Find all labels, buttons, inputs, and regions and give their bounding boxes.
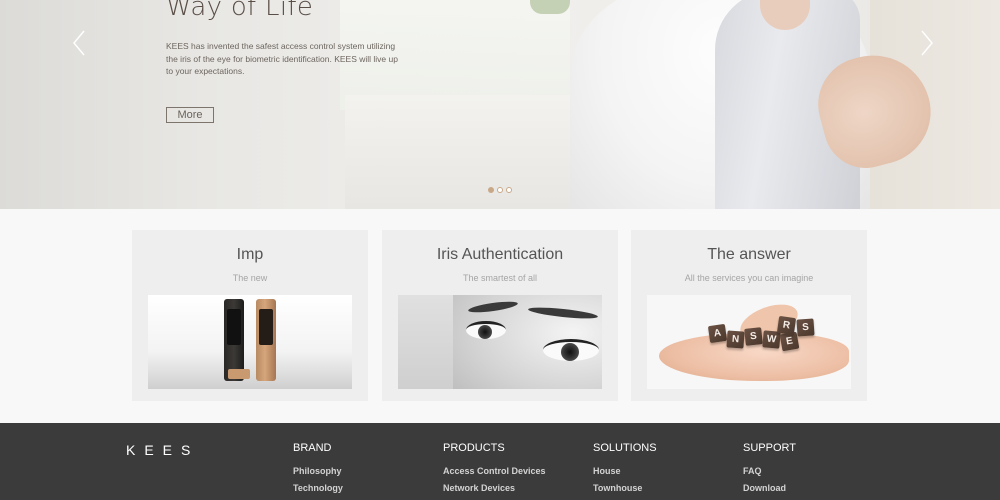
door-lock-product-image[interactable] bbox=[148, 295, 352, 389]
slide-dot-2[interactable] bbox=[497, 187, 503, 193]
card-the-answer[interactable]: The answer All the services you can imag… bbox=[631, 230, 867, 401]
letter-tile: S bbox=[796, 318, 815, 337]
eyes-photo-image[interactable] bbox=[398, 295, 602, 389]
slide-pagination bbox=[488, 187, 512, 193]
hero-slider: Way of Life KEES has invented the safest… bbox=[0, 0, 1000, 209]
card-subtitle: The new bbox=[232, 273, 268, 283]
letter-tile: W bbox=[762, 330, 781, 349]
footer-link[interactable]: Network Devices bbox=[443, 483, 546, 493]
footer-column-support: SUPPORT FAQ Download bbox=[743, 442, 796, 500]
footer-heading[interactable]: SUPPORT bbox=[743, 442, 796, 454]
letter-tile: A bbox=[707, 323, 728, 344]
next-slide-arrow-icon[interactable] bbox=[916, 28, 936, 58]
footer-link[interactable]: FAQ bbox=[743, 466, 796, 476]
footer-link[interactable]: Download bbox=[743, 483, 796, 493]
hero-background bbox=[0, 0, 340, 209]
more-button[interactable]: More bbox=[166, 107, 214, 123]
footer-column-brand: BRAND Philosophy Technology bbox=[293, 442, 343, 500]
footer-column-products: PRODUCTS Access Control Devices Network … bbox=[443, 442, 546, 500]
eye-right bbox=[543, 339, 599, 361]
footer-link[interactable]: House bbox=[593, 466, 657, 476]
footer-column-solutions: SOLUTIONS House Townhouse bbox=[593, 442, 657, 500]
card-title: The answer bbox=[707, 246, 791, 263]
card-iris-authentication[interactable]: Iris Authentication The smartest of all bbox=[382, 230, 618, 401]
hand-with-letter-tiles-image[interactable]: A N S W E R S bbox=[647, 295, 851, 389]
letter-tile: N bbox=[726, 330, 745, 349]
hero-title: Way of Life bbox=[166, 0, 314, 22]
site-footer: KEES BRAND Philosophy Technology PRODUCT… bbox=[0, 423, 1000, 500]
footer-heading[interactable]: SOLUTIONS bbox=[593, 442, 657, 454]
card-imp[interactable]: Imp The new bbox=[132, 230, 368, 401]
slide-dot-3[interactable] bbox=[506, 187, 512, 193]
letter-tile: R bbox=[776, 315, 797, 336]
slide-dot-1[interactable] bbox=[488, 187, 494, 193]
card-subtitle: All the services you can imagine bbox=[684, 273, 814, 283]
footer-link[interactable]: Access Control Devices bbox=[443, 466, 546, 476]
footer-link[interactable]: Townhouse bbox=[593, 483, 657, 493]
footer-link[interactable]: Philosophy bbox=[293, 466, 343, 476]
hero-background-plant bbox=[530, 0, 570, 14]
feature-cards: Imp The new Iris Authentication The smar… bbox=[132, 230, 868, 401]
footer-heading[interactable]: PRODUCTS bbox=[443, 442, 546, 454]
prev-slide-arrow-icon[interactable] bbox=[70, 28, 90, 58]
hero-background-shelf bbox=[345, 95, 575, 209]
kees-logo[interactable]: KEES bbox=[126, 442, 199, 458]
door-lock-handle bbox=[228, 369, 250, 379]
letter-tile: S bbox=[744, 327, 763, 346]
door-lock-gold bbox=[256, 299, 276, 381]
card-title: Iris Authentication bbox=[436, 246, 564, 263]
card-title: Imp bbox=[236, 246, 264, 263]
eye-left bbox=[466, 321, 506, 339]
footer-heading[interactable]: BRAND bbox=[293, 442, 343, 454]
card-subtitle: The smartest of all bbox=[462, 273, 538, 283]
hero-description: KEES has invented the safest access cont… bbox=[166, 41, 398, 76]
footer-link[interactable]: Technology bbox=[293, 483, 343, 493]
